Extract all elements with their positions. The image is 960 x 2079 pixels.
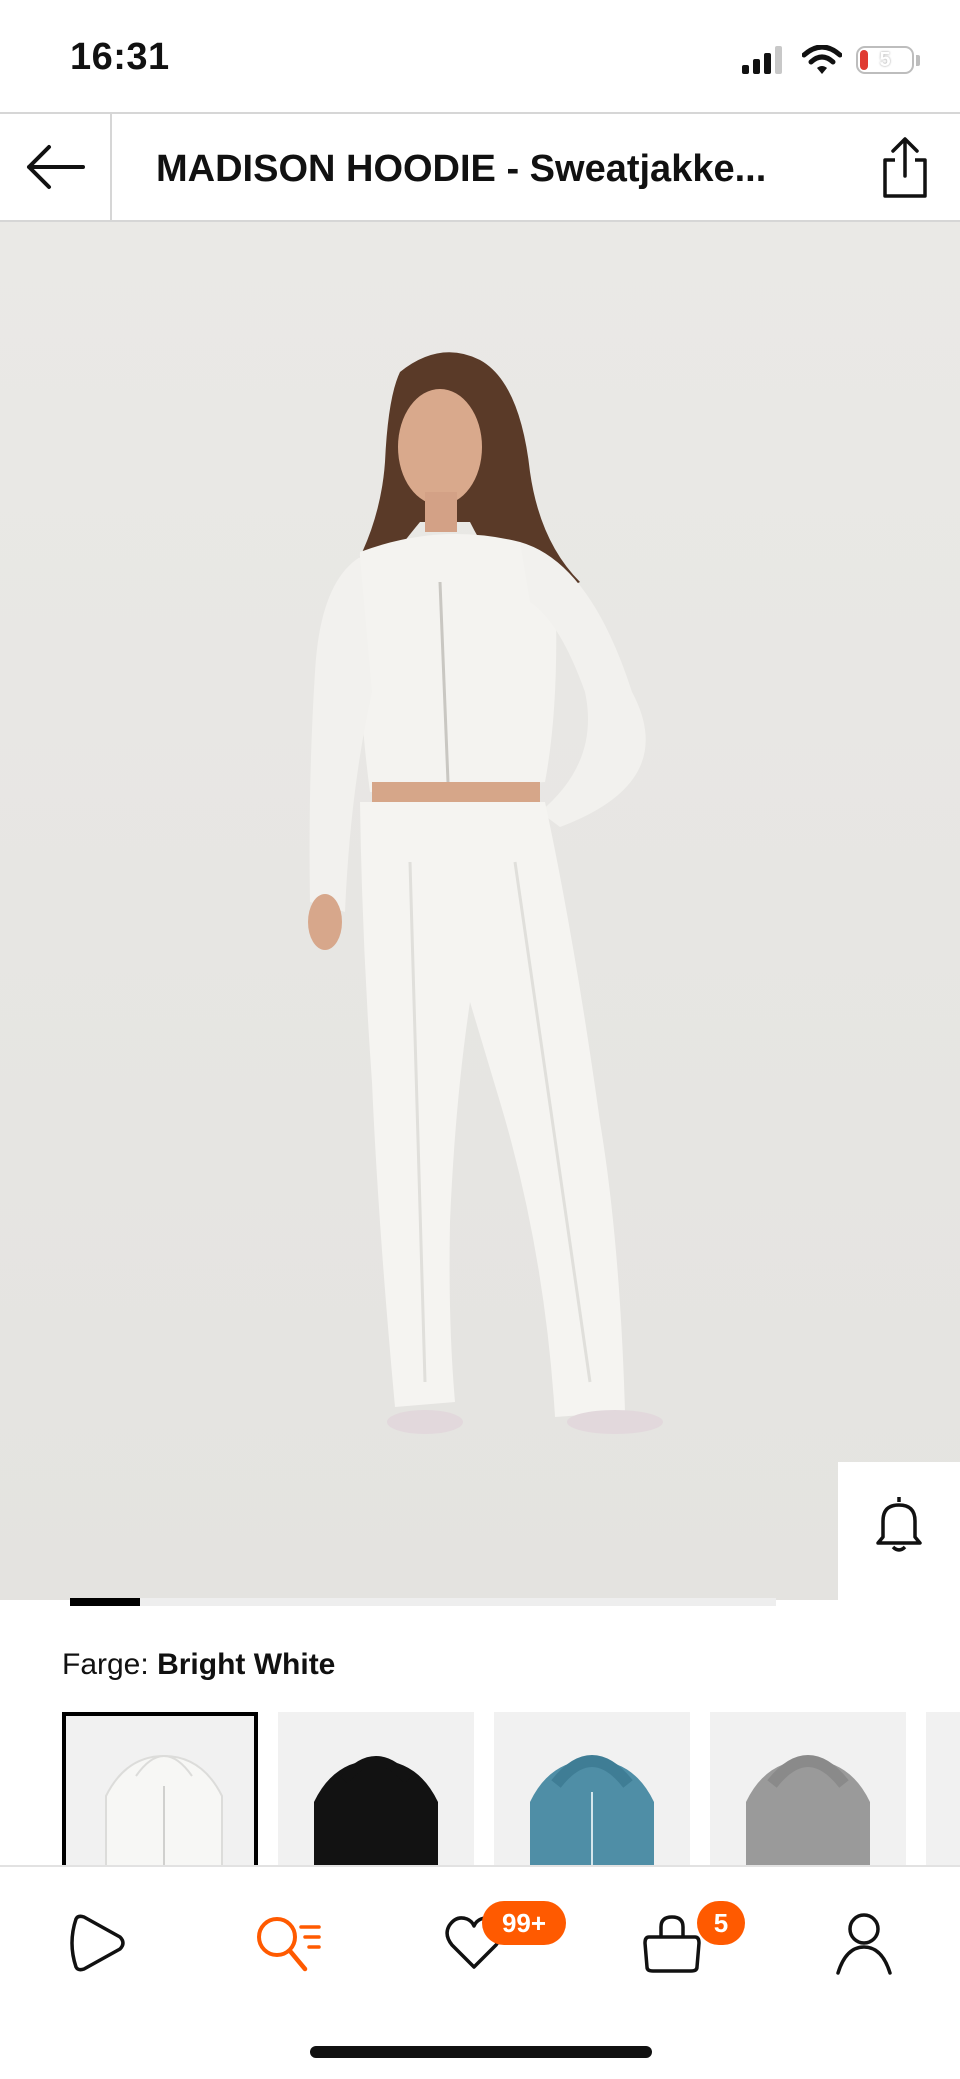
product-photo	[0, 222, 960, 1600]
swatch-more[interactable]	[926, 1712, 960, 1865]
swatch-bright-white[interactable]	[62, 1712, 258, 1865]
product-image[interactable]	[0, 222, 960, 1600]
search-icon	[257, 1917, 321, 1972]
wishlist-button[interactable]	[838, 1584, 960, 1600]
nav-account[interactable]	[824, 1903, 904, 1983]
side-actions	[838, 1462, 960, 1600]
battery-level: 5	[879, 49, 891, 71]
home-play-icon	[70, 1914, 125, 1972]
swatch-thumbnail	[746, 1755, 870, 1865]
product-header: MADISON HOODIE - Sweatjakke...	[0, 112, 960, 222]
arrow-left-icon	[27, 145, 85, 189]
user-icon	[836, 1913, 892, 1975]
status-bar: 16:31 5	[0, 0, 960, 112]
nav-home[interactable]	[56, 1903, 136, 1983]
bag-icon	[643, 1915, 701, 1973]
color-value: Bright White	[157, 1648, 336, 1681]
color-label-prefix: Farge:	[62, 1648, 149, 1681]
swatch-thumbnail	[105, 1754, 223, 1865]
signal-icon	[742, 46, 782, 74]
color-swatches	[62, 1712, 960, 1865]
bag-badge: 5	[697, 1901, 745, 1945]
nav-search[interactable]	[248, 1903, 328, 1983]
swatch-black[interactable]	[278, 1712, 474, 1865]
home-indicator	[310, 2046, 652, 2058]
pager-active-indicator	[70, 1598, 140, 1606]
image-pager	[70, 1598, 776, 1606]
back-button[interactable]	[0, 114, 112, 220]
share-button[interactable]	[872, 132, 938, 204]
swatch-thumbnail	[314, 1756, 438, 1865]
wifi-icon	[802, 45, 842, 74]
color-label: Farge: Bright White	[62, 1648, 335, 1682]
status-icons: 5	[742, 44, 920, 76]
swatch-grey[interactable]	[710, 1712, 906, 1865]
status-time: 16:31	[70, 36, 170, 78]
swatch-thumbnail	[530, 1755, 654, 1865]
battery-icon: 5	[856, 46, 914, 74]
bell-icon	[876, 1497, 922, 1552]
notify-button[interactable]	[838, 1462, 960, 1584]
share-icon	[883, 137, 927, 198]
page-title: MADISON HOODIE - Sweatjakke...	[156, 148, 767, 190]
wishlist-badge: 99+	[482, 1901, 566, 1945]
swatch-blue[interactable]	[494, 1712, 690, 1865]
